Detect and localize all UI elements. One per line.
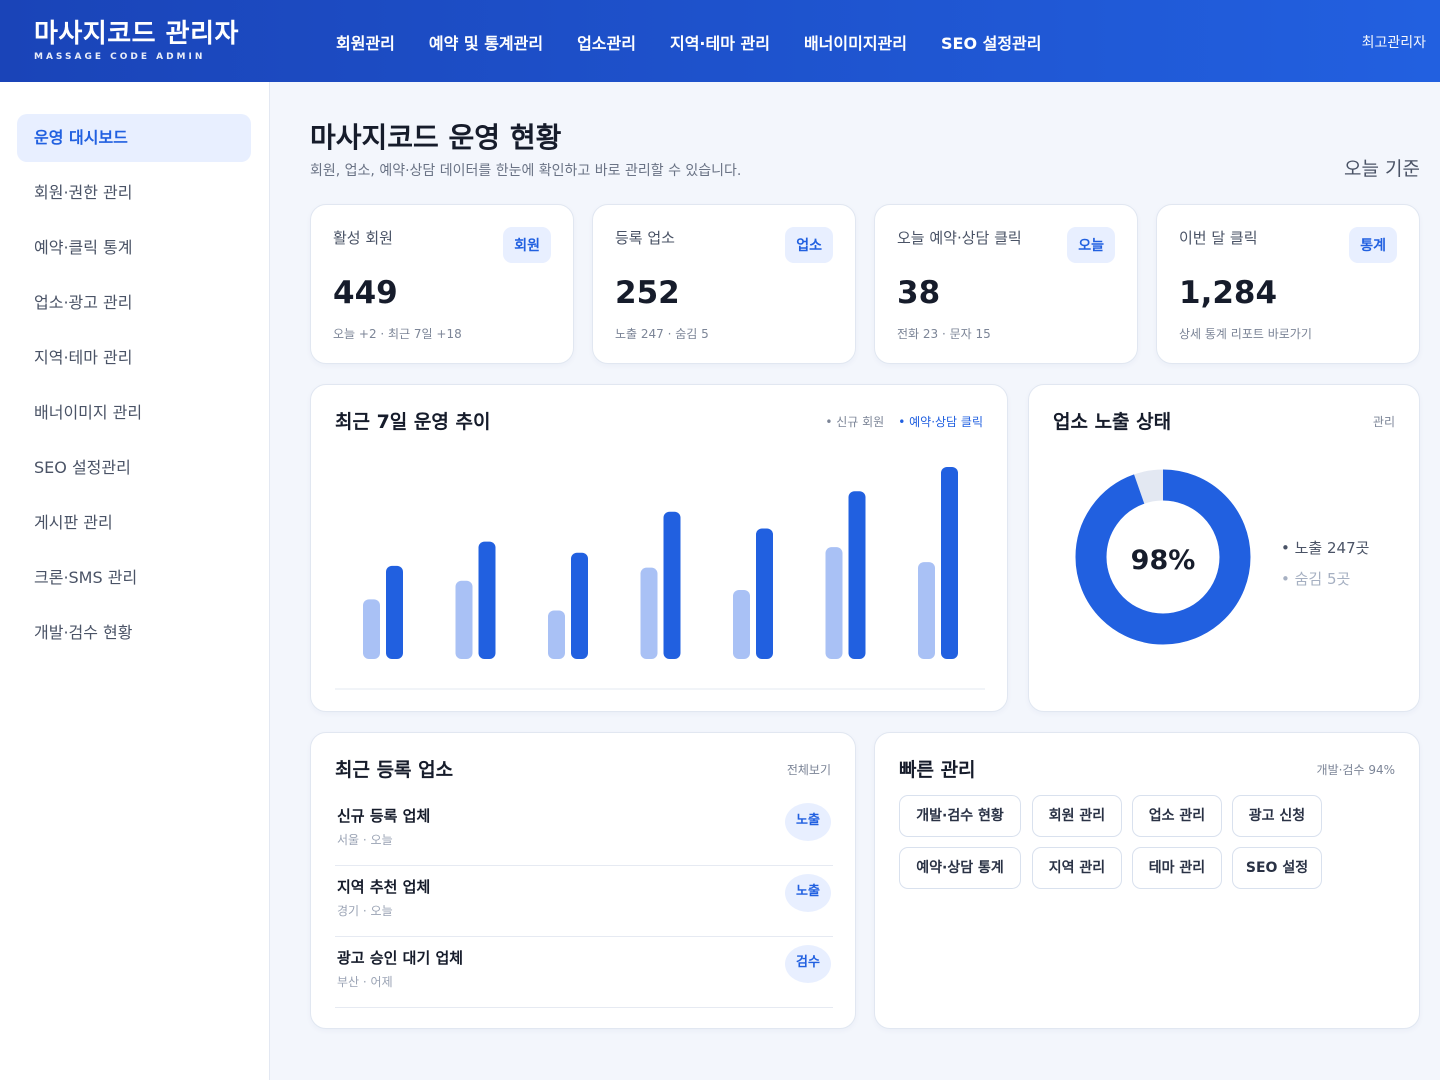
quick-ad-request-button[interactable]: 광고 신청 (1232, 795, 1322, 837)
brand-title: 마사지코드 관리자 (34, 19, 239, 49)
legend-exposed: • 노출 247곳 (1281, 539, 1370, 557)
stat-value: 252 (615, 275, 680, 311)
quick-shops-button[interactable]: 업소 관리 (1132, 795, 1222, 837)
status-badge: 노출 (785, 874, 831, 912)
bar-clicks-4 (756, 528, 773, 659)
stat-card-month-clicks[interactable]: 이번 달 클릭 통계 1,284 상세 통계 리포트 바로가기 (1156, 204, 1420, 364)
sidebar-item-cron-sms[interactable]: 크론·SMS 관리 (17, 554, 251, 602)
topnav-seo[interactable]: SEO 설정관리 (941, 30, 1042, 54)
page-title: 마사지코드 운영 현황 (310, 121, 562, 154)
quick-stats-button[interactable]: 예약·상담 통계 (899, 847, 1021, 889)
stat-card-active-members[interactable]: 활성 회원 회원 449 오늘 +2 · 최근 7일 +18 (310, 204, 574, 364)
trend-chart-legend: • 신규 회원 • 예약·상담 클릭 (811, 413, 983, 430)
quick-region-button[interactable]: 지역 관리 (1032, 847, 1122, 889)
exposure-status-card: 업소 노출 상태 관리 98% • 노출 247곳 • 숨김 5곳 (1028, 384, 1420, 712)
quick-seo-button[interactable]: SEO 설정 (1232, 847, 1322, 889)
bar-new-members-4 (733, 590, 750, 659)
bar-new-members-5 (825, 547, 843, 659)
brand-logo[interactable]: 마사지코드 관리자 MASSAGE CODE ADMIN (34, 18, 239, 62)
sidebar-item-shops-ads[interactable]: 업소·광고 관리 (17, 279, 251, 327)
date-basis-label: 오늘 기준 (1344, 158, 1420, 180)
topnav-reservations-stats[interactable]: 예약 및 통계관리 (429, 30, 543, 54)
bar-new-members-0 (363, 599, 380, 659)
sidebar-item-seo[interactable]: SEO 설정관리 (17, 444, 251, 492)
dev-review-progress: 개발·검수 94% (1316, 763, 1395, 777)
sidebar-item-banner[interactable]: 배너이미지 관리 (17, 389, 251, 437)
admin-user-label[interactable]: 최고관리자 (1362, 32, 1426, 52)
bar-clicks-1 (478, 541, 496, 659)
shop-meta: 경기 · 오늘 (337, 904, 393, 918)
status-badge: 검수 (785, 945, 831, 983)
trend-chart-title: 최근 7일 운영 추이 (335, 411, 491, 433)
top-nav: 회원관리 예약 및 통계관리 업소관리 지역·테마 관리 배너이미지관리 SEO… (336, 30, 1076, 54)
list-item[interactable]: 광고 승인 대기 업체 부산 · 어제 검수 (335, 937, 833, 1008)
sidebar-item-dev-review[interactable]: 개발·검수 현황 (17, 609, 251, 657)
topnav-shops[interactable]: 업소관리 (577, 30, 636, 54)
exposure-manage-link[interactable]: 관리 (1373, 413, 1395, 430)
stat-report-link[interactable]: 상세 통계 리포트 바로가기 (1179, 325, 1312, 342)
sidebar: 운영 대시보드 회원·권한 관리 예약·클릭 통계 업소·광고 관리 지역·테마… (0, 82, 270, 1080)
bar-clicks-6 (941, 467, 958, 659)
bar-clicks-5 (848, 491, 866, 659)
bar-new-members-2 (548, 610, 565, 659)
stat-value: 449 (333, 275, 398, 311)
shop-name: 광고 승인 대기 업체 (337, 949, 464, 967)
quick-members-button[interactable]: 회원 관리 (1032, 795, 1122, 837)
trend-bar-chart (335, 467, 985, 690)
bar-clicks-2 (571, 552, 588, 659)
recent-view-all-link[interactable]: 전체보기 (787, 761, 831, 778)
stat-subtext: 오늘 +2 · 최근 7일 +18 (333, 327, 462, 341)
quick-actions-title: 빠른 관리 (899, 759, 976, 781)
stat-badge: 업소 (785, 227, 833, 263)
topnav-region-theme[interactable]: 지역·테마 관리 (670, 30, 770, 54)
stat-subtext: 전화 23 · 문자 15 (897, 327, 991, 341)
stat-value: 1,284 (1179, 275, 1278, 311)
topnav-members[interactable]: 회원관리 (336, 30, 395, 54)
sidebar-item-members[interactable]: 회원·권한 관리 (17, 169, 251, 217)
recent-shops-title: 최근 등록 업소 (335, 759, 454, 781)
quick-theme-button[interactable]: 테마 관리 (1132, 847, 1222, 889)
stat-value: 38 (897, 275, 941, 311)
topnav-banner[interactable]: 배너이미지관리 (804, 30, 907, 54)
status-badge: 노출 (785, 803, 831, 841)
bar-new-members-1 (455, 580, 473, 659)
bar-clicks-3 (663, 511, 681, 659)
stat-badge: 회원 (503, 227, 551, 263)
sidebar-item-dashboard[interactable]: 운영 대시보드 (17, 114, 251, 162)
exposure-title: 업소 노출 상태 (1053, 411, 1172, 433)
sidebar-item-region-theme[interactable]: 지역·테마 관리 (17, 334, 251, 382)
bar-clicks-0 (386, 565, 403, 659)
stat-badge: 오늘 (1067, 227, 1115, 263)
sidebar-item-stats[interactable]: 예약·클릭 통계 (17, 224, 251, 272)
legend-clicks: • 예약·상담 클릭 (898, 415, 983, 429)
bar-new-members-6 (918, 562, 935, 659)
recent-shops-card: 최근 등록 업소 전체보기 신규 등록 업체 서울 · 오늘 노출 지역 추천 … (310, 732, 856, 1029)
trend-chart-card: 최근 7일 운영 추이 • 신규 회원 • 예약·상담 클릭 (310, 384, 1008, 712)
exposure-donut-chart: 98% (1075, 469, 1251, 645)
bar-new-members-3 (640, 567, 658, 659)
quick-actions-card: 빠른 관리 개발·검수 94% 개발·검수 현황 회원 관리 업소 관리 광고 … (874, 732, 1420, 1029)
legend-new-members: • 신규 회원 (825, 415, 885, 429)
stat-card-today-clicks[interactable]: 오늘 예약·상담 클릭 오늘 38 전화 23 · 문자 15 (874, 204, 1138, 364)
shop-name: 지역 추천 업체 (337, 878, 431, 896)
brand-subtitle: MASSAGE CODE ADMIN (34, 52, 206, 62)
sidebar-item-board[interactable]: 게시판 관리 (17, 499, 251, 547)
list-item[interactable]: 신규 등록 업체 서울 · 오늘 노출 (335, 795, 833, 866)
stat-card-registered-shops[interactable]: 등록 업소 업소 252 노출 247 · 숨김 5 (592, 204, 856, 364)
donut-percent-label: 98% (1131, 545, 1196, 576)
shop-meta: 서울 · 오늘 (337, 833, 393, 847)
top-header: 마사지코드 관리자 MASSAGE CODE ADMIN 회원관리 예약 및 통… (0, 0, 1440, 82)
list-item[interactable]: 지역 추천 업체 경기 · 오늘 노출 (335, 866, 833, 937)
page-description: 회원, 업소, 예약·상담 데이터를 한눈에 확인하고 바로 관리할 수 있습니… (310, 163, 742, 179)
exposure-legend: • 노출 247곳 • 숨김 5곳 (1281, 533, 1369, 595)
main-content: 마사지코드 운영 현황 회원, 업소, 예약·상담 데이터를 한눈에 확인하고 … (270, 82, 1440, 1080)
quick-dev-review-button[interactable]: 개발·검수 현황 (899, 795, 1021, 837)
stat-badge: 통계 (1349, 227, 1397, 263)
shop-meta: 부산 · 어제 (337, 975, 393, 989)
shop-name: 신규 등록 업체 (337, 807, 431, 825)
legend-hidden: • 숨김 5곳 (1281, 570, 1351, 588)
stat-subtext: 노출 247 · 숨김 5 (615, 327, 709, 341)
